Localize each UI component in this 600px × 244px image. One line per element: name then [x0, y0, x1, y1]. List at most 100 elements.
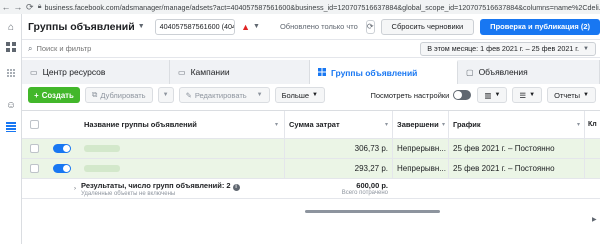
pencil-icon: ✎ — [185, 90, 192, 100]
row-schedule: 25 фев 2021 г. – Постоянно — [448, 159, 584, 178]
page-title[interactable]: Группы объявлений — [28, 21, 135, 33]
columns-icon: ▥ — [484, 90, 492, 100]
table-header-row: Название группы объявлений ▾ Сумма затра… — [22, 111, 600, 139]
chevron-down-icon[interactable]: ▼ — [138, 23, 145, 30]
scroll-right-icon[interactable]: ▶ — [592, 216, 598, 223]
discard-drafts-button[interactable]: Сбросить черновики — [380, 18, 475, 35]
column-header-schedule[interactable]: График ▾ — [448, 111, 584, 138]
review-publish-button[interactable]: Проверка и публикация (2) — [480, 18, 600, 35]
column-header-label: Сумма затрат — [289, 120, 340, 129]
chevron-down-icon[interactable]: ▼ — [253, 23, 260, 30]
row-delivery: Непрерывн... — [392, 139, 448, 158]
lock-icon: 🔒︎ — [37, 3, 42, 10]
forward-arrow-icon[interactable]: → — [12, 2, 24, 12]
total-spend-sub: Всего потрачено — [341, 190, 388, 196]
row-extra — [584, 139, 600, 158]
ad-set-name-blurred[interactable] — [78, 139, 284, 158]
table-total-row: › Результаты, число групп объявлений: 2i… — [22, 179, 600, 199]
row-checkbox[interactable] — [26, 139, 42, 158]
chevron-down-icon: ▼ — [529, 92, 536, 98]
sort-icon: ▾ — [274, 122, 278, 128]
url-text[interactable]: business.facebook.com/adsmanager/manage/… — [44, 3, 600, 12]
total-label: Результаты, число групп объявлений: 2 — [81, 180, 231, 190]
duplicate-dropdown-button[interactable]: ▼ — [157, 87, 174, 103]
sort-icon: ▾ — [576, 122, 580, 128]
tab-label: Центр ресурсов — [42, 67, 106, 77]
page-header: Группы объявлений ▼ 404057587561600 (404… — [22, 14, 600, 40]
reports-button[interactable]: Отчеты ▼ — [547, 87, 596, 103]
breakdown-button[interactable]: ☰ ▼ — [512, 87, 543, 103]
sort-icon: ▾ — [441, 122, 445, 128]
date-range-value: В этом месяце: 1 фев 2021 г. – 25 фев 20… — [427, 44, 580, 53]
grid-menu-icon[interactable] — [4, 40, 18, 54]
create-label: Создать — [41, 90, 74, 100]
view-settings-label: Посмотреть настройки — [370, 90, 450, 100]
search-filter-row: ⌕ В этом месяце: 1 фев 2021 г. – 25 фев … — [22, 40, 600, 58]
list-icon: ☰ — [519, 90, 527, 100]
home-icon[interactable]: ⌂ — [4, 20, 18, 34]
left-nav-rail: ⌂ ☺ — [0, 14, 22, 244]
edit-label: Редактировать — [194, 90, 247, 100]
chevron-down-icon: ▼ — [494, 92, 501, 98]
more-label: Больше — [281, 90, 310, 100]
edit-button[interactable]: ✎ Редактировать ▼ — [178, 87, 270, 103]
table-view-icon[interactable] — [4, 120, 18, 134]
chevron-right-icon[interactable]: › — [74, 186, 76, 192]
chevron-down-icon: ▼ — [583, 92, 589, 98]
search-input[interactable] — [36, 44, 387, 53]
action-toolbar: + Создать ⧉ Дублировать ▼ ✎ Редактироват… — [22, 86, 600, 104]
tab-label: Кампании — [190, 67, 230, 77]
level-tabs: ▭ Центр ресурсов ▭ Кампании Группы объяв… — [22, 60, 600, 84]
smiley-icon[interactable]: ☺ — [4, 98, 18, 112]
tab-ad-sets[interactable]: Группы объявлений — [310, 60, 458, 84]
tab-campaigns[interactable]: ▭ Кампании — [170, 60, 310, 84]
apps-dots-icon[interactable] — [4, 66, 18, 80]
warning-icon[interactable]: ▲ — [241, 22, 250, 32]
chevron-down-icon: ▼ — [312, 92, 318, 98]
column-header-label: График — [453, 120, 481, 129]
row-spend: 306,73 р. — [284, 139, 392, 158]
reload-icon[interactable]: ⟳ — [24, 2, 36, 13]
row-delivery: Непрерывн... — [392, 159, 448, 178]
row-toggle[interactable] — [50, 159, 74, 178]
column-header-name[interactable]: Название группы объявлений ▾ — [78, 111, 284, 138]
chevron-down-icon: ▼ — [583, 45, 589, 52]
select-all-checkbox[interactable] — [26, 111, 42, 138]
table-row[interactable]: 306,73 р. Непрерывн... 25 фев 2021 г. – … — [22, 139, 600, 159]
browser-url-bar[interactable]: ← → ⟳ 🔒︎ business.facebook.com/adsmanage… — [0, 0, 600, 14]
tab-resource-center[interactable]: ▭ Центр ресурсов — [22, 60, 170, 84]
total-summary: › Результаты, число групп объявлений: 2i… — [68, 179, 284, 198]
refresh-button[interactable]: ⟳ — [365, 19, 375, 34]
row-checkbox[interactable] — [26, 159, 42, 178]
column-header-label: Завершени — [397, 120, 439, 129]
info-icon[interactable]: i — [232, 183, 240, 191]
column-header-extra[interactable]: Кл — [584, 111, 600, 138]
view-settings-toggle[interactable] — [453, 90, 472, 100]
column-header-spend[interactable]: Сумма затрат ▾ — [284, 111, 392, 138]
columns-button[interactable]: ▥ ▼ — [477, 87, 508, 103]
column-header-label: Кл — [588, 121, 597, 128]
tab-ads[interactable]: ▢ Объявления — [458, 60, 600, 84]
table-row[interactable]: 293,27 р. Непрерывн... 25 фев 2021 г. – … — [22, 159, 600, 179]
duplicate-button[interactable]: ⧉ Дублировать — [85, 87, 153, 103]
search-icon: ⌕ — [28, 43, 33, 53]
row-toggle[interactable] — [50, 139, 74, 158]
total-sub-label: Удаленные объекты не включены — [81, 190, 176, 197]
copy-icon: ⧉ — [92, 90, 98, 99]
back-arrow-icon[interactable]: ← — [0, 2, 12, 12]
date-range-picker[interactable]: В этом месяце: 1 фев 2021 г. – 25 фев 20… — [420, 41, 596, 56]
row-extra — [584, 159, 600, 178]
account-select-value: 404057587561600 (40405758756... — [159, 22, 234, 31]
folder-icon: ▭ — [30, 67, 38, 77]
update-status: Обновлено только что — [279, 22, 358, 31]
chevron-down-icon: ▼ — [162, 92, 169, 98]
create-button[interactable]: + Создать — [28, 87, 80, 103]
sort-icon: ▾ — [384, 122, 388, 128]
column-header-label: Название группы объявлений — [84, 120, 197, 129]
horizontal-scrollbar[interactable] — [305, 210, 440, 213]
more-button[interactable]: Больше ▼ — [274, 87, 325, 103]
column-header-delivery[interactable]: Завершени ▾ — [392, 111, 448, 138]
ad-set-name-blurred[interactable] — [78, 159, 284, 178]
ad-sets-table: Название группы объявлений ▾ Сумма затра… — [22, 110, 600, 234]
account-select[interactable]: 404057587561600 (40405758756... ▼ — [154, 18, 236, 35]
